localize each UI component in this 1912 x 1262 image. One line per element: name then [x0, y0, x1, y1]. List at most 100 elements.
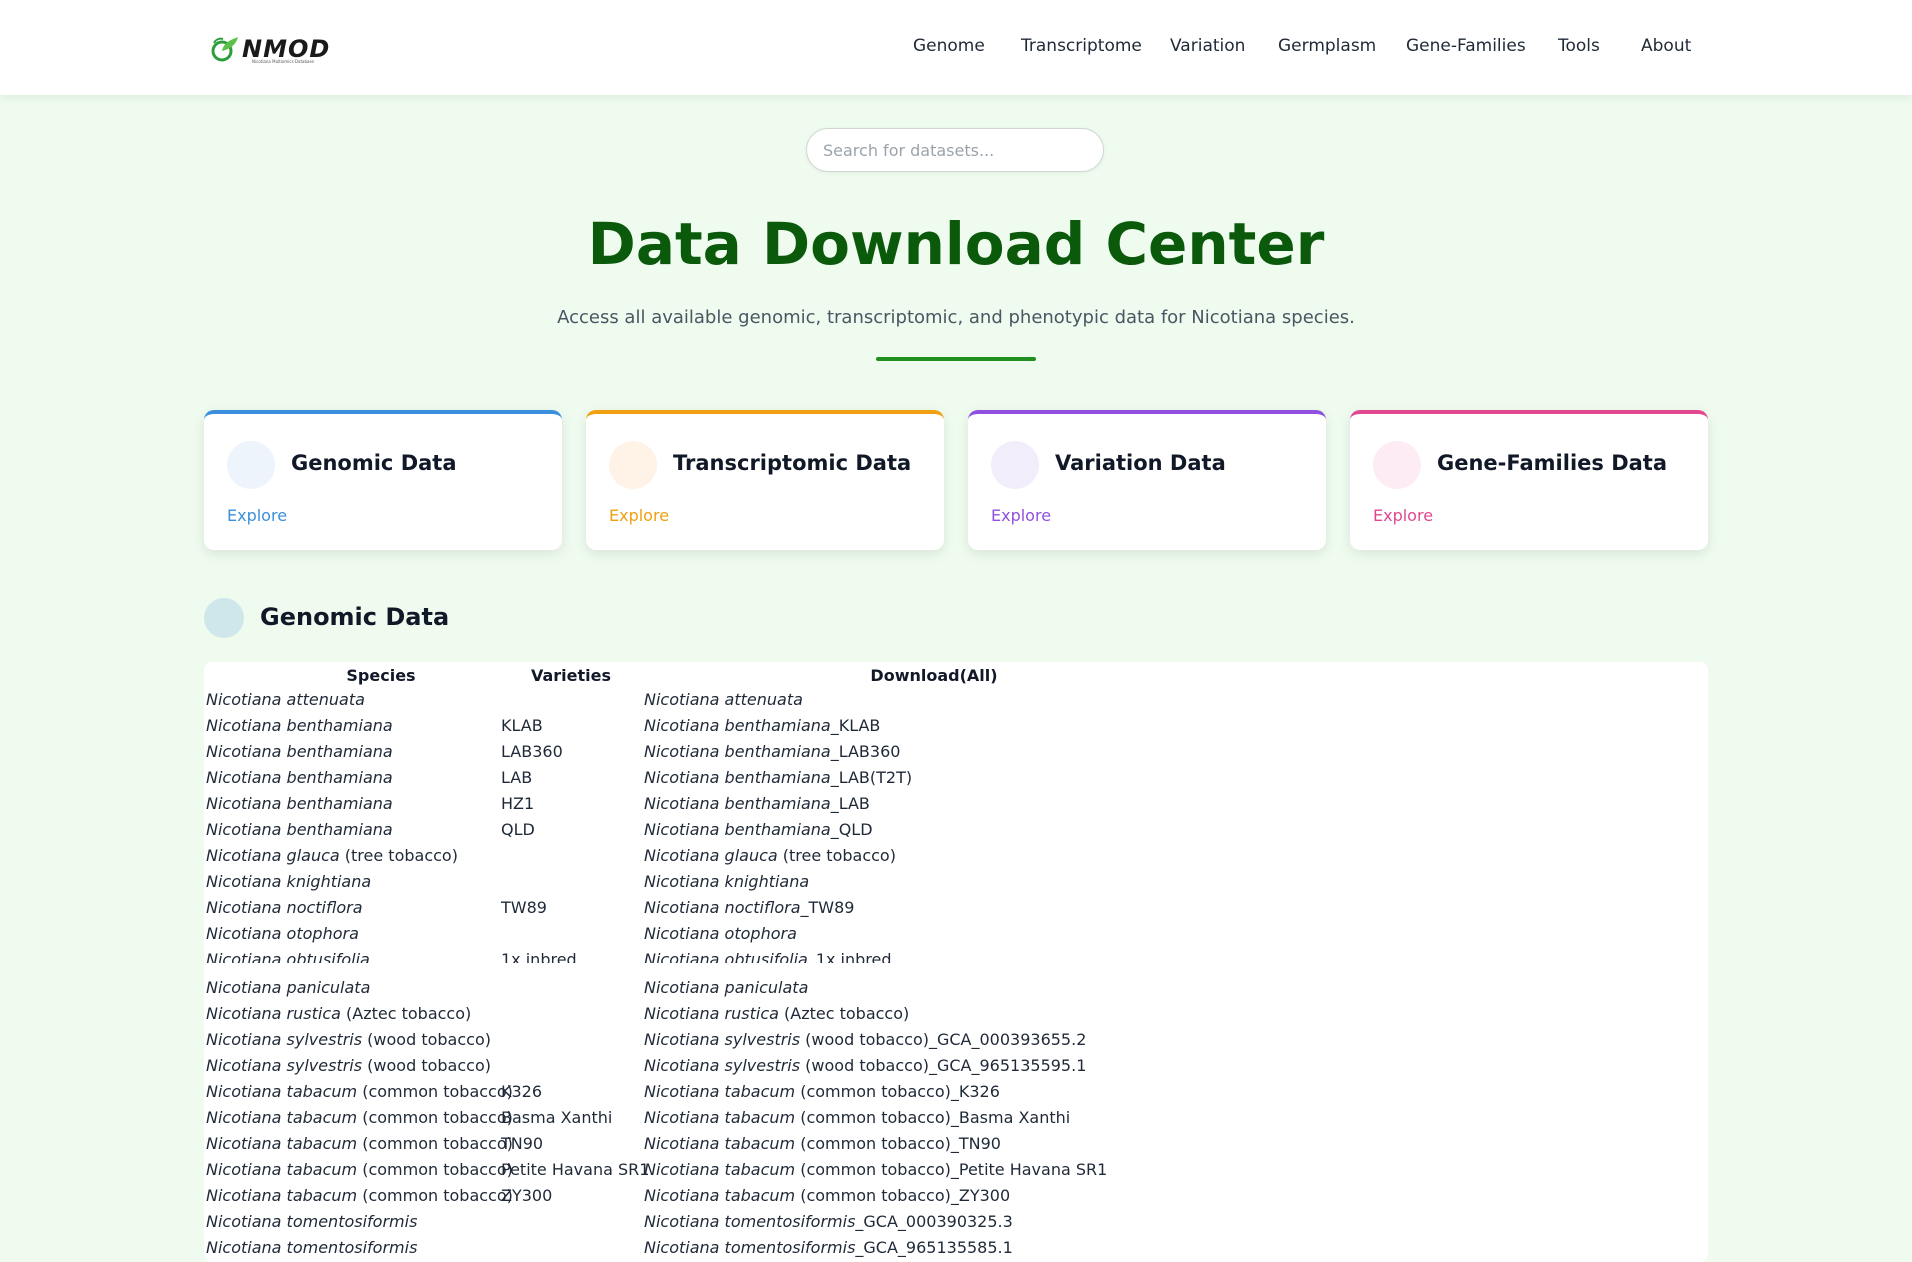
species-name: Nicotiana benthamiana	[206, 794, 393, 813]
variation-data-icon	[991, 441, 1039, 489]
species-name: Nicotiana tabacum	[206, 1134, 358, 1153]
card-title: Gene-Families Data	[1437, 451, 1668, 475]
download-species-name: Nicotiana paniculata	[644, 978, 809, 997]
species-cell: Nicotiana sylvestris (wood tobacco)	[206, 1030, 491, 1050]
download-link[interactable]: Nicotiana paniculata	[644, 978, 808, 998]
table-row: Nicotiana tabacum (common tobacco) TN90 Ni…	[204, 1134, 1708, 1160]
download-suffix: (common tobacco)_ZY300	[795, 1186, 1011, 1205]
card-transcriptomic-data[interactable]: Transcriptomic Data Explore	[586, 410, 944, 550]
table-row: Nicotiana benthamiana HZ1 Nicotiana bentha…	[204, 794, 1708, 820]
card-title: Transcriptomic Data	[673, 451, 912, 475]
card-gene-families-data[interactable]: Gene-Families Data Explore	[1350, 410, 1708, 550]
explore-variation-link[interactable]: Explore	[991, 506, 1051, 525]
download-suffix: _LAB	[830, 794, 870, 813]
species-cell: Nicotiana obtusifolia	[206, 950, 370, 963]
nav-about[interactable]: About	[1641, 36, 1691, 56]
page-subtitle: Access all available genomic, transcript…	[557, 307, 1355, 328]
card-title: Genomic Data	[291, 451, 457, 475]
table-row: Nicotiana paniculata Nicotiana paniculata	[204, 978, 1708, 1004]
species-cell: Nicotiana benthamiana	[206, 794, 393, 814]
table-row: Nicotiana attenuata Nicotiana attenuata	[204, 690, 1708, 716]
species-common-name: (common tobacco)	[357, 1186, 513, 1205]
download-link[interactable]: Nicotiana noctiflora_TW89	[644, 898, 854, 918]
species-common-name: (wood tobacco)	[362, 1030, 491, 1049]
download-link[interactable]: Nicotiana tabacum (common tobacco)_Petit…	[644, 1160, 1107, 1180]
download-link[interactable]: Nicotiana tabacum (common tobacco)_K326	[644, 1082, 1000, 1102]
explore-transcriptomic-link[interactable]: Explore	[609, 506, 669, 525]
genomic-data-table: Species Varieties Download(All) Nicotian…	[204, 662, 1708, 1262]
download-link[interactable]: Nicotiana sylvestris (wood tobacco)_GCA_…	[644, 1030, 1086, 1050]
download-suffix: _GCA_000390325.3	[855, 1212, 1013, 1231]
table-row: Nicotiana tabacum (common tobacco) Basma …	[204, 1108, 1708, 1134]
download-link[interactable]: Nicotiana attenuata	[644, 690, 803, 710]
download-species-name: Nicotiana rustica	[644, 1004, 779, 1023]
species-common-name: (wood tobacco)	[362, 1056, 491, 1075]
download-link[interactable]: Nicotiana tabacum (common tobacco)_TN90	[644, 1134, 1001, 1154]
genomic-section-icon	[204, 598, 244, 638]
species-name: Nicotiana benthamiana	[206, 820, 393, 839]
download-link[interactable]: Nicotiana otophora	[644, 924, 797, 944]
table-row: Nicotiana obtusifolia 1x inbred Nicotiana …	[204, 950, 1708, 976]
dataset-search-input[interactable]	[806, 128, 1104, 172]
download-suffix: _LAB360	[830, 742, 901, 761]
download-species-name: Nicotiana sylvestris	[644, 1030, 801, 1049]
download-species-name: Nicotiana tabacum	[644, 1134, 796, 1153]
table-row: Nicotiana benthamiana KLAB Nicotiana benth…	[204, 716, 1708, 742]
download-link[interactable]: Nicotiana obtusifolia_1x inbred	[644, 950, 892, 963]
table-row: Nicotiana glauca (tree tobacco) Nicotiana…	[204, 846, 1708, 872]
species-name: Nicotiana tabacum	[206, 1082, 358, 1101]
species-name: Nicotiana sylvestris	[206, 1056, 363, 1075]
species-cell: Nicotiana benthamiana	[206, 768, 393, 788]
species-name: Nicotiana tomentosiformis	[206, 1212, 418, 1231]
nav-tools[interactable]: Tools	[1558, 36, 1600, 56]
table-row: Nicotiana benthamiana LAB Nicotiana bentha…	[204, 768, 1708, 794]
nav-variation[interactable]: Variation	[1170, 36, 1245, 56]
species-common-name: (tree tobacco)	[339, 846, 458, 865]
species-cell: Nicotiana tomentosiformis	[206, 1238, 417, 1258]
explore-gene-families-link[interactable]: Explore	[1373, 506, 1433, 525]
download-link[interactable]: Nicotiana benthamiana_LAB(T2T)	[644, 768, 912, 788]
download-suffix: (common tobacco)_Petite Havana SR1	[795, 1160, 1108, 1179]
download-species-name: Nicotiana tabacum	[644, 1186, 796, 1205]
nav-transcriptome[interactable]: Transcriptome	[1021, 36, 1142, 56]
download-species-name: Nicotiana tomentosiformis	[644, 1238, 856, 1257]
download-link[interactable]: Nicotiana glauca (tree tobacco)	[644, 846, 896, 866]
table-row: Nicotiana tomentosiformis Nicotiana tomen…	[204, 1238, 1708, 1262]
table-row: Nicotiana tabacum (common tobacco) K326 Ni…	[204, 1082, 1708, 1108]
download-species-name: Nicotiana benthamiana	[644, 768, 831, 787]
download-link[interactable]: Nicotiana benthamiana_QLD	[644, 820, 873, 840]
variety-cell: TN90	[501, 1134, 544, 1153]
download-link[interactable]: Nicotiana tabacum (common tobacco)_Basma…	[644, 1108, 1070, 1128]
card-title: Variation Data	[1055, 451, 1226, 475]
genomic-data-icon	[227, 441, 275, 489]
top-header: NMOD Nicotiana Multiomics Database Genom…	[0, 0, 1912, 95]
species-name: Nicotiana attenuata	[206, 690, 365, 709]
download-link[interactable]: Nicotiana rustica (Aztec tobacco)	[644, 1004, 909, 1024]
download-link[interactable]: Nicotiana benthamiana_KLAB	[644, 716, 880, 736]
download-link[interactable]: Nicotiana knightiana	[644, 872, 809, 892]
card-variation-data[interactable]: Variation Data Explore	[968, 410, 1326, 550]
species-common-name: (common tobacco)	[357, 1082, 513, 1101]
download-link[interactable]: Nicotiana tomentosiformis_GCA_000390325.…	[644, 1212, 1013, 1232]
download-link[interactable]: Nicotiana benthamiana_LAB360	[644, 742, 900, 762]
species-common-name: (common tobacco)	[357, 1108, 513, 1127]
download-link[interactable]: Nicotiana tomentosiformis_GCA_965135585.…	[644, 1238, 1013, 1258]
download-species-name: Nicotiana tomentosiformis	[644, 1212, 856, 1231]
card-genomic-data[interactable]: Genomic Data Explore	[204, 410, 562, 550]
download-link[interactable]: Nicotiana sylvestris (wood tobacco)_GCA_…	[644, 1056, 1086, 1076]
download-link[interactable]: Nicotiana tabacum (common tobacco)_ZY300	[644, 1186, 1010, 1206]
variety-cell: 1x inbred	[501, 950, 577, 963]
explore-genomic-link[interactable]: Explore	[227, 506, 287, 525]
species-name: Nicotiana benthamiana	[206, 768, 393, 787]
download-link[interactable]: Nicotiana benthamiana_LAB	[644, 794, 870, 814]
species-cell: Nicotiana tomentosiformis	[206, 1212, 417, 1232]
nav-germplasm[interactable]: Germplasm	[1278, 36, 1376, 56]
section-title: Genomic Data	[260, 603, 450, 631]
download-suffix: _QLD	[830, 820, 873, 839]
download-suffix: _GCA_965135585.1	[855, 1238, 1013, 1257]
nav-genome[interactable]: Genome	[913, 36, 985, 56]
download-species-name: Nicotiana attenuata	[644, 690, 803, 709]
nav-gene-families[interactable]: Gene-Families	[1406, 36, 1526, 56]
brand-logo[interactable]: NMOD Nicotiana Multiomics Database	[208, 32, 340, 66]
variety-cell: KLAB	[501, 716, 543, 735]
